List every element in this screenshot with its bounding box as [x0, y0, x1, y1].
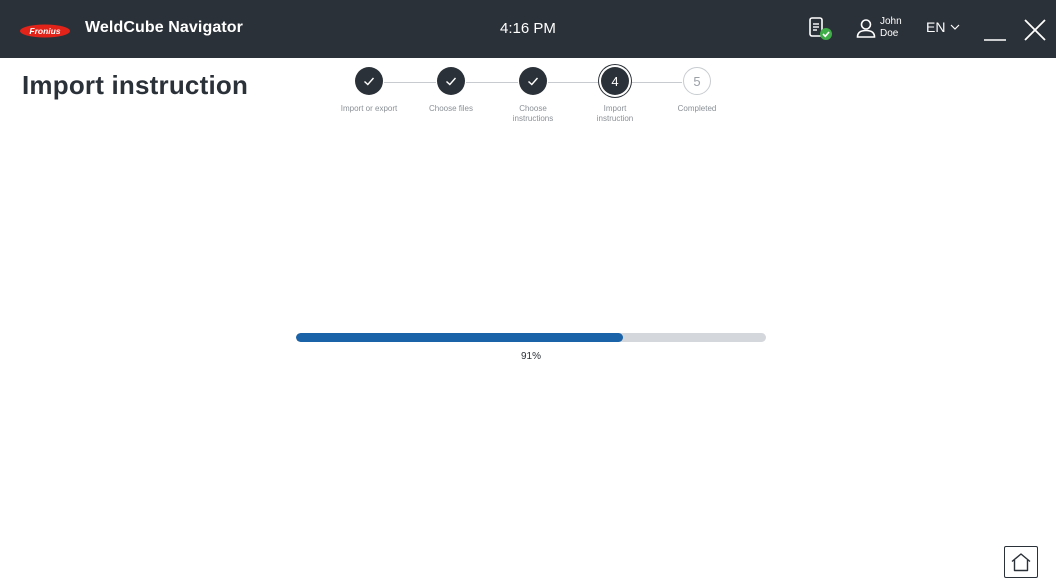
step-import-instruction: 4 Import instruction — [575, 67, 655, 124]
close-icon[interactable] — [1022, 17, 1048, 43]
user-menu-button[interactable]: John Doe — [856, 14, 912, 44]
app-title: WeldCube Navigator — [85, 19, 243, 36]
progress-percentage: 91% — [520, 351, 541, 362]
step-circle — [437, 67, 465, 95]
chevron-down-icon — [950, 24, 960, 30]
wizard-stepper: Import or export Choose files Choose ins… — [330, 67, 740, 137]
step-circle-pending: 5 — [683, 67, 711, 95]
page-title: Import instruction — [22, 70, 249, 100]
step-import-or-export: Import or export — [329, 67, 409, 114]
clock: 4:16 PM — [500, 20, 556, 37]
import-progress-bar — [296, 333, 766, 342]
check-icon — [446, 77, 457, 86]
step-circle — [519, 67, 547, 95]
step-label: Choose files — [428, 104, 474, 113]
step-label: Import instruction — [596, 104, 634, 123]
language-label: EN — [926, 19, 946, 35]
home-icon — [1011, 553, 1031, 572]
language-selector[interactable]: EN — [926, 19, 966, 39]
step-label: Completed — [677, 104, 717, 113]
user-icon — [856, 19, 876, 38]
step-choose-instructions: Choose instructions — [493, 67, 573, 124]
step-choose-files: Choose files — [411, 67, 491, 114]
step-circle — [355, 67, 383, 95]
top-bar: Fronius WeldCube Navigator 4:16 PM John … — [0, 0, 1056, 58]
step-label: Import or export — [340, 104, 398, 113]
check-icon — [528, 77, 539, 86]
user-last-name: Doe — [880, 28, 899, 39]
step-label: Choose instructions — [512, 104, 554, 123]
user-first-name: John — [880, 16, 902, 27]
step-completed: 5 Completed — [657, 67, 737, 114]
step-circle-current: 4 — [601, 67, 629, 95]
fronius-logo-text: Fronius — [29, 26, 60, 36]
home-button[interactable] — [1004, 546, 1038, 578]
progress-bar-fill — [296, 333, 624, 342]
minimize-icon[interactable] — [983, 20, 1007, 42]
fronius-logo: Fronius — [20, 24, 70, 38]
device-connected-icon[interactable] — [808, 16, 836, 42]
check-icon — [364, 77, 375, 86]
user-name: John Doe — [880, 16, 910, 40]
